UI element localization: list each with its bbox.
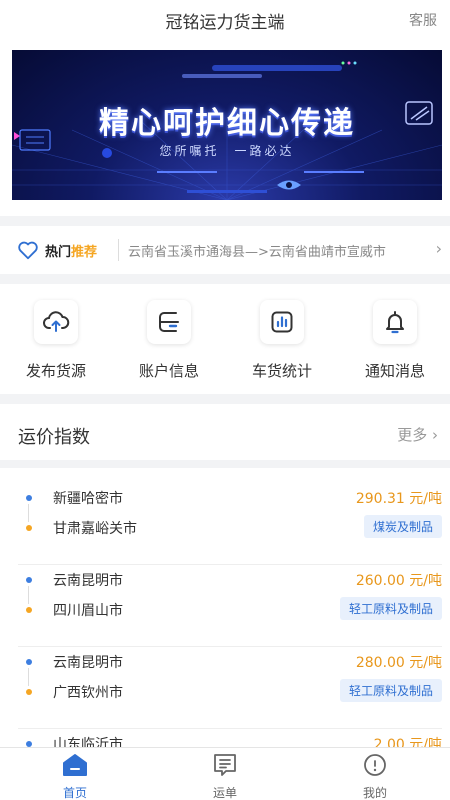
hot-route-text[interactable]: 云南省玉溪市通海县—>云南省曲靖市宣威市 <box>128 241 428 260</box>
tab-label: 首页 <box>62 786 87 800</box>
quick-menu: 发布货源 账户信息 车货统计 通知消息 <box>0 284 450 394</box>
price-row[interactable]: 新疆哈密市 甘肃嘉峪关市 290.31 元/吨 煤炭及制品 <box>0 483 450 565</box>
origin-city: 新疆哈密市 <box>53 491 123 507</box>
bell-icon <box>373 300 417 344</box>
tab-label: 我的 <box>362 786 387 800</box>
hot-recommend-label: 热门推荐 <box>45 241 97 260</box>
destination-dot <box>26 689 32 695</box>
more-link[interactable]: 更多 › <box>397 424 438 445</box>
tab-home[interactable]: 首页 <box>0 752 150 800</box>
bar-chart-icon <box>260 300 304 344</box>
banner-section: 精心呵护细心传递 您所嘱托 一路必达 <box>0 40 450 216</box>
profile-icon <box>364 754 386 776</box>
menu-vehicle-stats[interactable]: 车货统计 <box>226 300 338 381</box>
menu-notifications[interactable]: 通知消息 <box>339 300 450 381</box>
origin-dot <box>26 659 32 665</box>
app-header: 冠铭运力货主端 客服 <box>0 0 450 40</box>
destination-city: 四川眉山市 <box>53 603 123 619</box>
section-title: 运价指数 <box>18 427 90 448</box>
cargo-type-tag: 轻工原料及制品 <box>339 679 442 702</box>
origin-city: 山东临沂市 <box>53 737 123 747</box>
menu-label: 车货统计 <box>251 362 312 380</box>
hot-label-suffix: 推荐 <box>71 245 98 260</box>
tab-label: 运单 <box>212 786 237 800</box>
destination-dot <box>26 607 32 613</box>
route-line <box>28 586 29 604</box>
chevron-right-icon[interactable]: › <box>436 239 442 258</box>
menu-label: 通知消息 <box>364 362 425 380</box>
menu-account-info[interactable]: 账户信息 <box>113 300 225 381</box>
home-icon <box>63 754 87 776</box>
destination-city: 广西钦州市 <box>53 685 123 701</box>
origin-dot <box>26 495 32 501</box>
promo-banner[interactable]: 精心呵护细心传递 您所嘱托 一路必达 <box>12 50 442 200</box>
origin-city: 云南昆明市 <box>53 573 123 589</box>
price-value: 280.00 元/吨 <box>355 655 442 671</box>
price-row[interactable]: 云南昆明市 广西钦州市 280.00 元/吨 轻工原料及制品 <box>0 647 450 729</box>
cargo-type-tag: 煤炭及制品 <box>363 515 442 538</box>
menu-label: 账户信息 <box>138 362 199 380</box>
hot-recommend-bar[interactable]: 热门推荐 云南省玉溪市通海县—>云南省曲靖市宣威市 › <box>0 226 450 274</box>
cargo-type-tag: 轻工原料及制品 <box>339 597 442 620</box>
price-value: 290.31 元/吨 <box>355 491 442 507</box>
route-line <box>28 668 29 686</box>
banner-headline: 精心呵护细心传递 <box>99 106 355 141</box>
price-row[interactable]: 云南昆明市 四川眉山市 260.00 元/吨 轻工原料及制品 <box>0 565 450 647</box>
banner-subtitle: 您所嘱托 一路必达 <box>159 144 295 158</box>
divider <box>118 239 119 261</box>
price-value: 260.00 元/吨 <box>355 573 442 589</box>
origin-dot <box>26 577 32 583</box>
price-row[interactable]: 山东临沂市 2.00 元/吨 <box>0 729 450 747</box>
section-separator <box>0 460 450 468</box>
price-value: 2.00 元/吨 <box>373 737 442 747</box>
tab-waybill[interactable]: 运单 <box>150 752 300 800</box>
menu-label: 发布货源 <box>25 362 86 380</box>
destination-city: 甘肃嘉峪关市 <box>53 521 137 537</box>
wallet-icon <box>147 300 191 344</box>
hot-label-prefix: 热门 <box>45 245 72 260</box>
freight-price-index: 运价指数 更多 › 新疆哈密市 甘肃嘉峪关市 290.31 元/吨 煤炭及制品 … <box>0 404 450 747</box>
waybill-icon <box>214 754 236 776</box>
menu-publish-cargo[interactable]: 发布货源 <box>0 300 112 381</box>
customer-service-button[interactable]: 客服 <box>409 10 437 30</box>
cloud-upload-icon <box>34 300 78 344</box>
origin-city: 云南昆明市 <box>53 655 123 671</box>
page-title: 冠铭运力货主端 <box>165 13 285 33</box>
heart-icon <box>18 241 38 260</box>
tab-profile[interactable]: 我的 <box>300 752 450 800</box>
bottom-tab-bar: 首页 运单 我的 <box>0 747 450 800</box>
route-line <box>28 504 29 522</box>
destination-dot <box>26 525 32 531</box>
